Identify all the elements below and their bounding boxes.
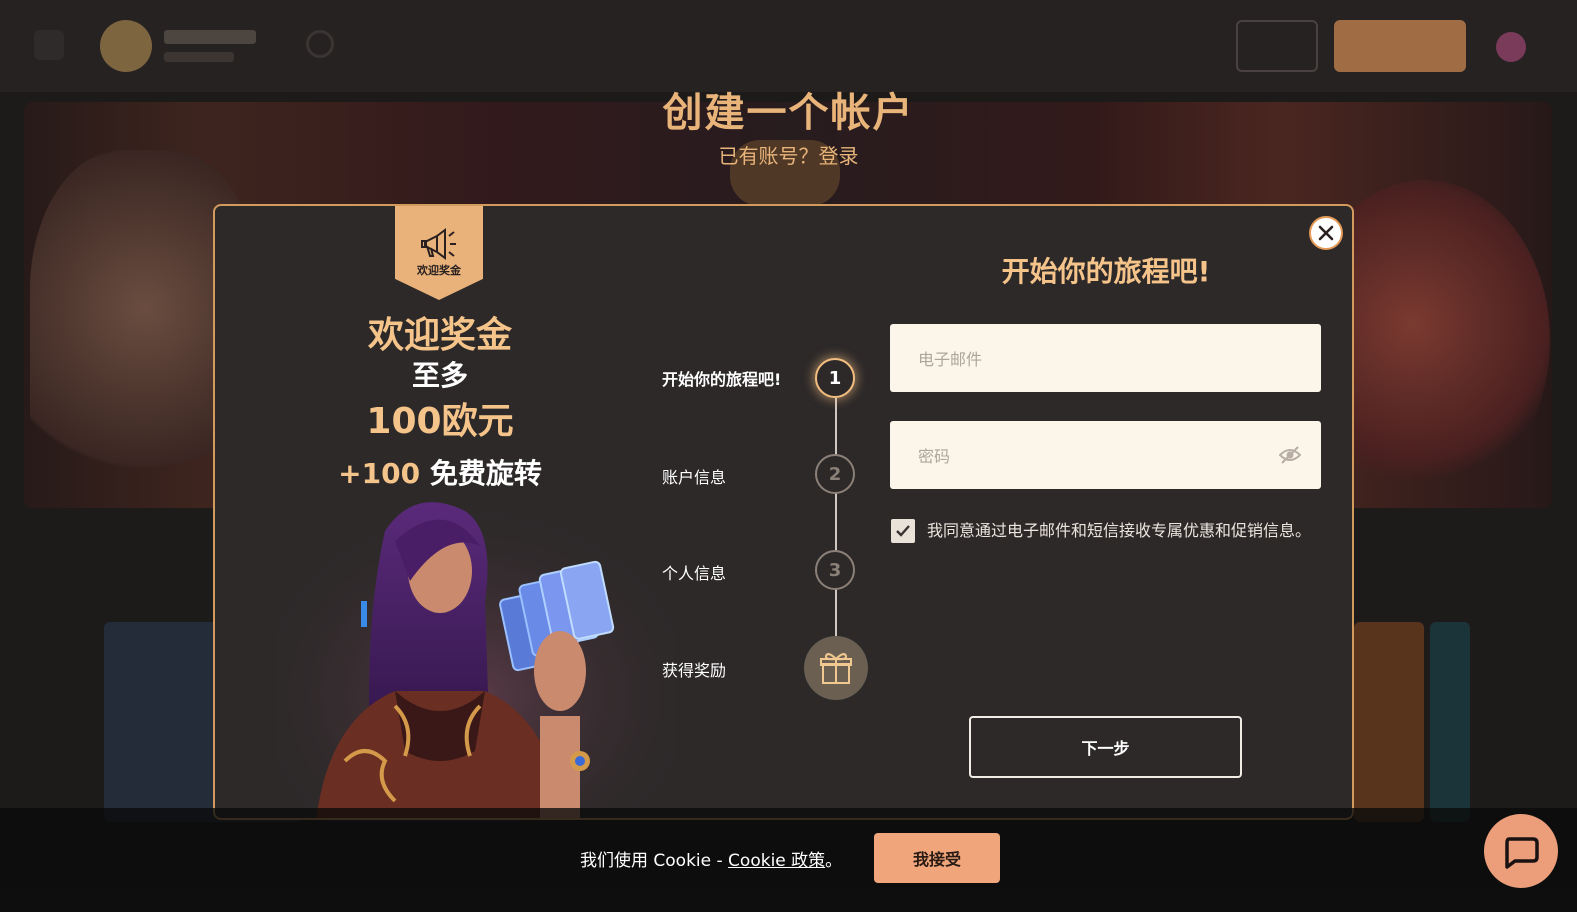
next-step-button[interactable]: 下一步 — [969, 716, 1242, 778]
megaphone-icon — [421, 228, 456, 260]
cookie-message: 我们使用 Cookie - Cookie 政策。 — [580, 846, 842, 871]
game-tile[interactable] — [1430, 622, 1470, 822]
welcome-bonus-ribbon: 欢迎奖金 — [395, 206, 483, 300]
chat-button[interactable] — [1484, 814, 1558, 888]
consent-checkbox[interactable] — [891, 519, 915, 543]
ribbon-label: 欢迎奖金 — [417, 264, 461, 277]
stepper-connector-line — [835, 398, 837, 638]
site-logo[interactable] — [100, 20, 152, 72]
password-input[interactable] — [916, 421, 1280, 491]
step-4-label: 获得奖励 — [662, 661, 727, 680]
page-title: 创建一个帐户 — [662, 90, 915, 136]
close-icon — [1318, 225, 1334, 241]
email-input[interactable] — [916, 324, 1280, 394]
free-spins-count: +100 — [338, 457, 421, 490]
step-1-indicator: 1 — [815, 358, 855, 398]
site-logo-text — [164, 30, 256, 44]
close-modal-button[interactable] — [1309, 216, 1343, 250]
promo-up-to: 至多 — [411, 359, 468, 392]
site-logo-subtext — [164, 52, 234, 62]
form-title: 开始你的旅程吧! — [1001, 255, 1211, 288]
free-spins-label: 免费旋转 — [420, 457, 542, 490]
promo-free-spins: +100 免费旋转 — [215, 452, 665, 492]
email-field[interactable] — [890, 324, 1321, 394]
language-flag-icon[interactable] — [1496, 32, 1526, 62]
cookie-text: 我们使用 Cookie - — [580, 851, 729, 871]
menu-icon[interactable] — [34, 30, 64, 60]
promo-amount: 100欧元 — [366, 401, 514, 442]
cookie-suffix: 。 — [825, 851, 843, 871]
chat-icon — [1505, 837, 1539, 869]
gift-icon — [820, 653, 852, 684]
search-icon[interactable] — [306, 30, 334, 58]
step-3-indicator: 3 — [815, 550, 855, 590]
promo-title: 欢迎奖金 — [367, 315, 512, 356]
cookie-policy-link[interactable]: Cookie 政策 — [728, 851, 825, 871]
step-2-label: 账户信息 — [662, 468, 727, 487]
step-4-indicator — [804, 636, 868, 700]
header-login-button[interactable] — [1236, 20, 1318, 72]
login-prompt-link[interactable]: 已有账号？登录 — [0, 140, 1577, 169]
consent-text: 我同意通过电子邮件和短信接收专属优惠和促销信息。 — [927, 521, 1312, 540]
header-register-button[interactable] — [1334, 20, 1466, 72]
accept-cookies-button[interactable]: 我接受 — [874, 833, 1000, 883]
game-tile[interactable] — [1354, 622, 1424, 822]
password-field[interactable] — [890, 421, 1321, 491]
step-3-label: 个人信息 — [662, 564, 727, 583]
step-1-label: 开始你的旅程吧! — [662, 370, 782, 389]
promo-panel: 欢迎奖金 欢迎奖金 至多 100欧元 +100 免费旋转 — [215, 206, 675, 818]
check-icon — [896, 525, 910, 537]
hero-character-illustration — [275, 491, 675, 818]
step-2-indicator: 2 — [815, 454, 855, 494]
registration-modal: 欢迎奖金 欢迎奖金 至多 100欧元 +100 免费旋转 开始你的旅程吧! 1 … — [213, 204, 1354, 820]
eye-slash-icon[interactable] — [1279, 445, 1301, 465]
